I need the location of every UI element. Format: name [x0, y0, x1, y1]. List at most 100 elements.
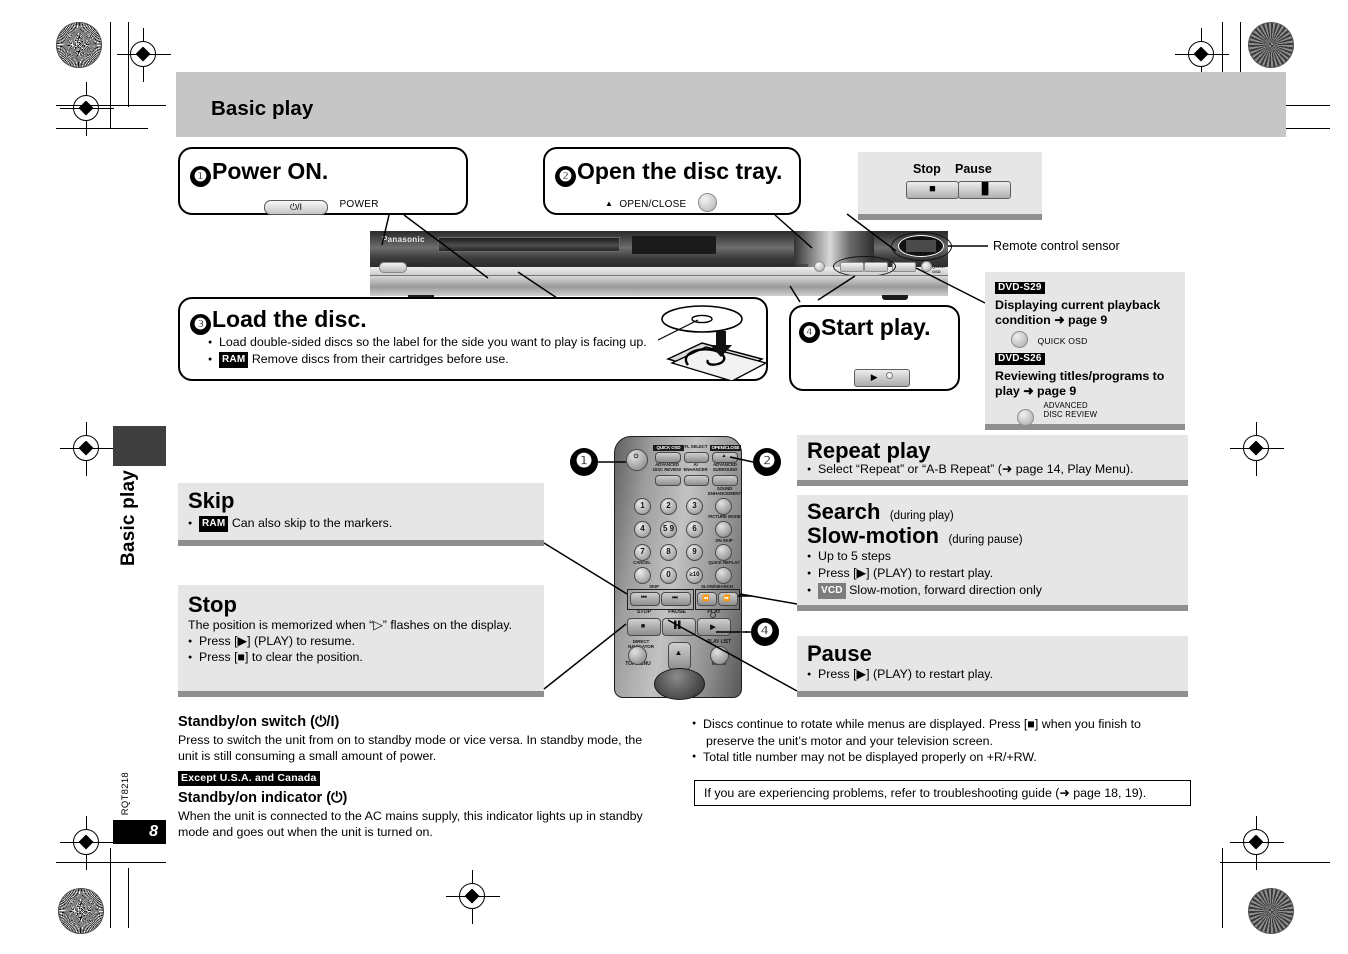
standby-switch-p1-l1: Press to switch the unit from on to stan…	[178, 733, 643, 747]
page-title: Basic play	[211, 97, 314, 120]
pause-bullet-1-text: Press [▶] (PLAY) to restart play.	[807, 667, 993, 681]
remote-ai-enhancer-label: AI ENHANCER	[683, 462, 708, 472]
remote-cursor-up-icon: ▲	[674, 648, 683, 657]
search-bullet-1: Up to 5 steps	[807, 549, 891, 564]
troubleshooting-tip-text: If you are experiencing problems, refer …	[704, 786, 1147, 800]
note-bullet-1-l1: Discs continue to rotate while menus are…	[703, 717, 1141, 731]
dvd-s26-badge: DVD-S26	[995, 353, 1045, 365]
remote-enter-ring[interactable]	[654, 668, 705, 700]
remote-sound-enhancement-button[interactable]	[715, 498, 732, 515]
crop-line-tl-v	[110, 22, 112, 129]
model-entry-1-button-row: QUICK OSD	[1011, 331, 1179, 349]
search-shadow	[797, 605, 1188, 611]
registration-mark-bc	[446, 870, 500, 924]
crop-line-tl-v2	[128, 22, 130, 107]
remote-number-8[interactable]: 8	[660, 544, 677, 561]
skip-bullet-1-text: Can also skip to the markers.	[231, 516, 393, 530]
note-bullet-1-l2: preserve the unit’s motor and your telev…	[706, 733, 993, 748]
note-bullet-2-l1: Total title number may not be displayed …	[703, 750, 1037, 764]
search-title: Search	[807, 499, 881, 524]
slow-motion-title: Slow-motion	[807, 523, 939, 548]
device-sensor-highlight-ellipse	[891, 232, 952, 261]
disc-loading-illustration	[657, 305, 768, 381]
pause-bullet-1: Press [▶] (PLAY) to restart play.	[807, 667, 993, 682]
standby-indicator-heading: Standby/on indicator (⏻)	[178, 790, 348, 806]
remote-sound-enhancement-label: SOUND ENHANCEMENT	[708, 486, 742, 496]
device-base	[370, 275, 948, 296]
vcd-badge: VCD	[818, 583, 846, 600]
model-entry-1-heading-l1: Displaying current playback	[995, 298, 1161, 312]
pause-section: Pause Press [▶] (PLAY) to restart play.	[797, 636, 1188, 697]
registration-mark-tr	[1175, 28, 1229, 82]
play-led	[886, 372, 894, 379]
remote-number-9[interactable]: 9	[686, 544, 703, 561]
step-3-number: ❸	[190, 314, 211, 335]
remote-dn-skip-button[interactable]	[715, 544, 732, 561]
stop-section-title: Stop	[188, 592, 237, 617]
remote-advanced-surround-label: ADVANCED SURROUND	[712, 462, 738, 472]
standby-indicator-p2-l2: mode and goes out when the unit is turne…	[178, 825, 433, 839]
remote-number-5[interactable]: 5 9	[660, 521, 677, 538]
step-2-title: ❷ Open the disc tray.	[555, 158, 782, 187]
device-quick-osd-button[interactable]	[921, 261, 932, 272]
standby-switch-block: Standby/on switch (⏻/I) Press to switch …	[178, 714, 668, 840]
model-entry-2-button-row: ADVANCED DISC REVIEW	[1017, 401, 1179, 426]
search-bullet-3-text: Slow-motion, forward direction only	[849, 583, 1042, 597]
print-star-mark-bottom-right	[1248, 888, 1294, 934]
device-open-close-button[interactable]	[814, 261, 825, 272]
remote-pause-icon: ▌▌	[674, 622, 683, 629]
pause-label: Pause	[955, 162, 992, 176]
stop-shadow	[178, 691, 544, 697]
remote-cancel-label: CANCEL	[633, 560, 651, 565]
remote-fl-select-label: FL SELECT	[684, 444, 708, 449]
remote-advanced-surround-button[interactable]	[712, 475, 738, 486]
pause-button-graphic[interactable]: ▐▌	[958, 181, 1011, 199]
remote-top-menu-button[interactable]	[628, 646, 647, 665]
note-bullet-1: Discs continue to rotate while menus are…	[692, 716, 1192, 749]
front-display	[632, 236, 716, 254]
quick-osd-button-graphic[interactable]	[1011, 331, 1028, 348]
step-1-button-row: ⏻/I POWER	[264, 194, 379, 215]
ram-badge: RAM	[219, 352, 249, 369]
repeat-play-section: Repeat play Select “Repeat” or “A-B Repe…	[797, 435, 1188, 486]
remote-number-0[interactable]: 0	[660, 567, 677, 584]
remote-cancel-button[interactable]	[634, 567, 651, 584]
remote-number-3[interactable]: 3	[686, 498, 703, 515]
remote-number-2[interactable]: 2	[660, 498, 677, 515]
step-3-bullet-1: Load double-sided discs so the label for…	[208, 335, 647, 350]
step-4-play-button-graphic[interactable]: ▶	[854, 369, 910, 387]
remote-menu-button[interactable]	[710, 646, 729, 665]
remote-number-1[interactable]: 1	[634, 498, 651, 515]
pause-shadow	[797, 691, 1188, 697]
remote-ai-enhancer-button[interactable]	[684, 475, 709, 486]
remote-play-icon: ▶	[710, 624, 716, 631]
standby-indicator-p2-l1: When the unit is connected to the AC mai…	[178, 809, 643, 823]
skip-section: Skip RAM Can also skip to the markers.	[178, 483, 544, 546]
repeat-shadow	[797, 480, 1188, 486]
device-power-button[interactable]	[379, 262, 407, 273]
search-bullet-1-text: Up to 5 steps	[807, 549, 891, 563]
remote-quick-replay-button[interactable]	[715, 567, 732, 584]
stop-bullet-1-text: Press [▶] (PLAY) to resume.	[188, 634, 355, 648]
remote-picture-mode-button[interactable]	[715, 521, 732, 538]
remote-number-over10[interactable]: ≥10	[686, 567, 703, 584]
pause-section-title: Pause	[807, 641, 872, 666]
remote-number-6[interactable]: 6	[686, 521, 703, 538]
repeat-play-bullet-1-text: Select “Repeat” or “A-B Repeat” (➜ page …	[807, 462, 1133, 476]
remote-play-list-label: PLAY LIST	[706, 639, 732, 645]
open-close-button-graphic[interactable]	[697, 193, 717, 212]
remote-skip-fwd-icon: ⏭	[672, 595, 678, 601]
search-bullet-3: VCD Slow-motion, forward direction only	[807, 583, 1042, 600]
device-open-close-label: ▲ OPEN/CLOSE	[774, 263, 809, 268]
search-title-row: Search (during play)	[807, 501, 954, 524]
device-quick-osd-label: QUICK OSD	[932, 264, 945, 274]
remote-number-7[interactable]: 7	[634, 544, 651, 561]
step-1-title: ❶ Power ON.	[190, 158, 328, 187]
stop-intro: The position is memorized when “▷” flash…	[188, 618, 513, 632]
remote-number-4[interactable]: 4	[634, 521, 651, 538]
power-button-graphic[interactable]: ⏻/I	[264, 200, 328, 215]
remote-advanced-disc-review-button[interactable]	[655, 475, 681, 486]
advanced-disc-review-button-graphic[interactable]	[1017, 409, 1034, 426]
stop-button-graphic[interactable]: ■	[906, 181, 959, 199]
crop-line-bl-v2	[128, 868, 130, 928]
